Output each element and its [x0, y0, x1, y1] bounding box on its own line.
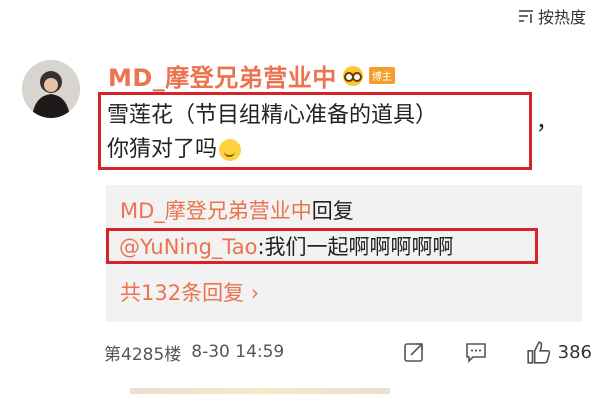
comment-text-highlight: 雪莲花（节目组精心准备的道具） 你猜对了吗: [98, 92, 532, 170]
share-icon[interactable]: [402, 340, 426, 364]
comment-comma: ，: [536, 110, 559, 135]
comment-footer: 第4285楼 8-30 14:59 386: [104, 337, 592, 367]
reply-mention[interactable]: @YuNing_Tao: [119, 235, 257, 259]
avatar[interactable]: [22, 60, 80, 118]
reply-action: 回复: [311, 199, 354, 223]
reply-author[interactable]: MD_摩登兄弟营业中: [120, 199, 312, 223]
more-replies-link[interactable]: 共132条回复 ›: [120, 277, 259, 307]
comment-icon[interactable]: [464, 340, 488, 364]
reply-box: MD_摩登兄弟营业中回复 @YuNing_Tao:我们一起啊啊啊啊啊 共132条…: [106, 185, 582, 322]
author-badge: 博主: [368, 67, 395, 84]
comment-time: 8-30 14:59: [191, 342, 285, 362]
like-button[interactable]: 386: [526, 340, 592, 364]
comment-username[interactable]: MD_摩登兄弟营业中: [108, 58, 337, 93]
comment-text-line2: 你猜对了吗: [107, 137, 218, 162]
reply-text-highlight: @YuNing_Tao:我们一起啊啊啊啊啊: [106, 228, 538, 264]
reply-text: :我们一起啊啊啊啊啊: [257, 235, 454, 259]
next-comment-peek: [130, 388, 390, 394]
reply-header: MD_摩登兄弟营业中回复: [120, 195, 354, 225]
sort-icon: [518, 8, 534, 24]
like-icon: [526, 340, 550, 364]
vip-face-icon: [342, 65, 363, 86]
sort-by-popularity[interactable]: 按热度: [518, 4, 586, 28]
like-count: 386: [557, 341, 592, 363]
comment-text-line1: 雪莲花（节目组精心准备的道具）: [107, 103, 438, 128]
floor-number: 第4285楼: [104, 344, 182, 365]
smile-emoji-icon: [219, 139, 242, 161]
sort-label: 按热度: [537, 8, 586, 27]
